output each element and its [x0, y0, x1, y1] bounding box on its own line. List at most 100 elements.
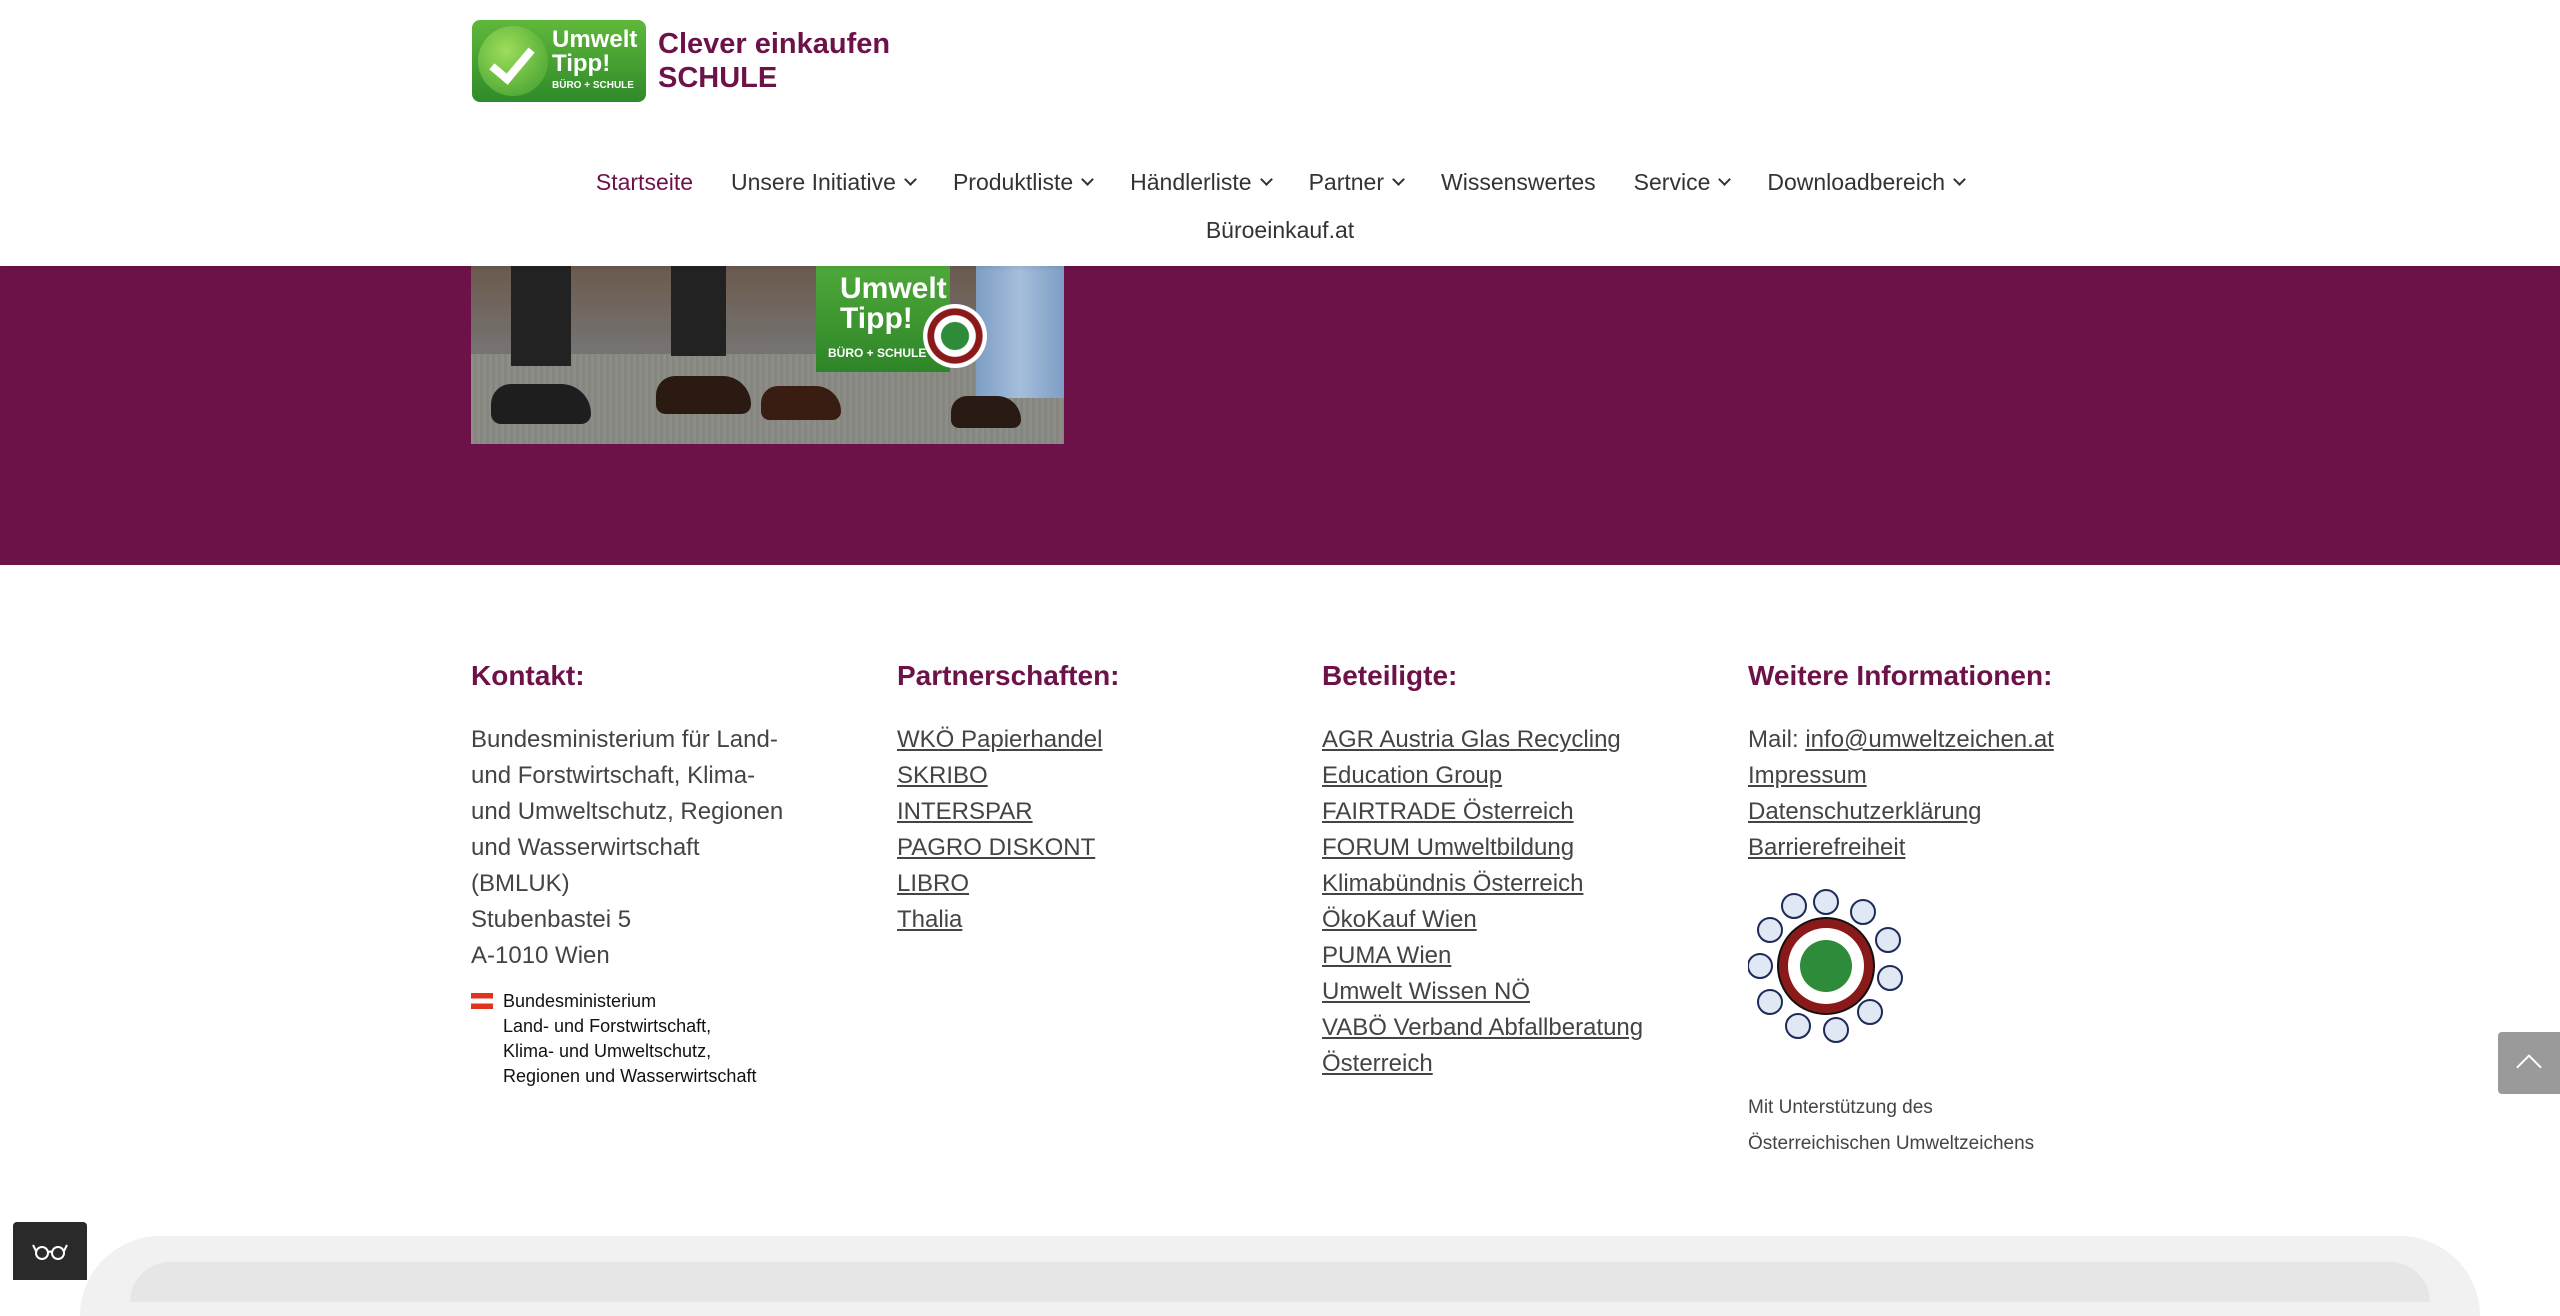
- photo-shoe: [761, 386, 841, 420]
- umweltzeichen-seal-icon: [923, 304, 987, 368]
- partner-link[interactable]: SKRIBO: [897, 758, 1237, 794]
- photo-badge-line2: Tipp!: [840, 302, 913, 335]
- glasses-icon: [32, 1244, 68, 1260]
- photo-leg: [671, 266, 726, 356]
- nav-item-label: Downloadbereich: [1767, 168, 1946, 195]
- kontakt-line: und Wasserwirtschaft: [471, 834, 700, 861]
- kontakt-line: Bundesministerium für Land-: [471, 726, 778, 753]
- photo-shoe: [951, 396, 1021, 428]
- site-logo[interactable]: Umwelt Tipp! BÜRO + SCHULE Clever einkauf…: [472, 20, 890, 102]
- beteiligte-link[interactable]: Education Group: [1322, 758, 1722, 794]
- accessibility-toggle-button[interactable]: [13, 1222, 87, 1280]
- main-nav: Startseite Unsere Initiative Produktlist…: [0, 164, 2560, 248]
- photo-shoe: [656, 376, 751, 414]
- footer-weitere-informationen: Weitere Informationen: Mail: info@umwelt…: [1748, 656, 2168, 866]
- ministry-logo-line: Regionen und Wasserwirtschaft: [503, 1066, 757, 1086]
- chevron-down-icon: [1392, 173, 1405, 186]
- mail-label: Mail:: [1748, 726, 1806, 753]
- kontakt-line: Stubenbastei 5: [471, 906, 632, 933]
- nav-item-label: Wissenswertes: [1441, 168, 1596, 195]
- footer-kontakt: Kontakt: Bundesministerium für Land- und…: [471, 656, 811, 974]
- beteiligte-link[interactable]: Umwelt Wissen NÖ: [1322, 974, 1722, 1010]
- beteiligte-heading: Beteiligte:: [1322, 660, 1458, 691]
- ministry-logo-line: Klima- und Umweltschutz,: [503, 1041, 712, 1061]
- kontakt-line: (BMLUK): [471, 870, 570, 897]
- hero-photo: Umwelt Tipp! BÜRO + SCHULE: [471, 266, 1064, 444]
- photo-leg: [511, 266, 571, 366]
- kontakt-line: und Umweltschutz, Regionen: [471, 798, 784, 825]
- logo-title-line1: Clever einkaufen: [658, 28, 891, 60]
- nav-item-downloadbereich[interactable]: Downloadbereich: [1748, 164, 1983, 200]
- logo-badge-sub: BÜRO + SCHULE: [552, 80, 634, 91]
- logo-title: Clever einkaufen SCHULE: [658, 27, 890, 95]
- support-line1: Mit Unterstützung des: [1748, 1097, 1933, 1118]
- photo-shoe: [491, 384, 591, 424]
- bottom-decorative-shape-inner: [130, 1262, 2430, 1302]
- barrierefreiheit-link[interactable]: Barrierefreiheit: [1748, 830, 2168, 866]
- kontakt-line: und Forstwirtschaft, Klima-: [471, 762, 756, 789]
- hero-band: [0, 266, 2560, 565]
- chevron-down-icon: [1718, 173, 1732, 186]
- beteiligte-link[interactable]: PUMA Wien: [1322, 938, 1722, 974]
- nav-item-produktliste[interactable]: Produktliste: [934, 164, 1111, 200]
- main-nav-row: Startseite Unsere Initiative Produktlist…: [0, 164, 2560, 200]
- partner-link[interactable]: PAGRO DISKONT: [897, 830, 1237, 866]
- chevron-down-icon: [904, 173, 917, 186]
- photo-jeans: [976, 266, 1064, 398]
- beteiligte-link[interactable]: Klimabündnis Österreich: [1322, 866, 1722, 902]
- checkmark-icon: [478, 26, 548, 96]
- footer-partnerschaften: Partnerschaften: WKÖ Papierhandel SKRIBO…: [897, 656, 1237, 938]
- beteiligte-link[interactable]: FAIRTRADE Österreich: [1322, 794, 1722, 830]
- beteiligte-link[interactable]: Österreich: [1322, 1046, 1722, 1082]
- nav-item-label: Service: [1633, 168, 1711, 195]
- partner-link[interactable]: WKÖ Papierhandel: [897, 722, 1237, 758]
- mail-link[interactable]: info@umweltzeichen.at: [1805, 726, 2053, 753]
- chevron-down-icon: [1081, 173, 1094, 186]
- partner-link[interactable]: LIBRO: [897, 866, 1237, 902]
- support-note: Mit Unterstützung des Österreichischen U…: [1748, 1090, 2034, 1162]
- photo-badge-line1: Umwelt: [840, 272, 947, 305]
- nav-item-service[interactable]: Service: [1615, 164, 1749, 200]
- nav-item-unsere-initiative[interactable]: Unsere Initiative: [712, 164, 934, 200]
- nav-item-wissenswertes[interactable]: Wissenswertes: [1422, 164, 1615, 200]
- partnerschaften-heading: Partnerschaften:: [897, 660, 1120, 691]
- umwelt-tipp-logo-badge: Umwelt Tipp! BÜRO + SCHULE: [472, 20, 646, 102]
- site-header: Umwelt Tipp! BÜRO + SCHULE Clever einkauf…: [0, 0, 2560, 266]
- beteiligte-link[interactable]: FORUM Umweltbildung: [1322, 830, 1722, 866]
- ministry-logo-line: Land- und Forstwirtschaft,: [503, 1016, 712, 1036]
- partner-link[interactable]: INTERSPAR: [897, 794, 1237, 830]
- chevron-up-icon: [2516, 1054, 2542, 1080]
- support-line2: Österreichischen Umweltzeichens: [1748, 1133, 2035, 1154]
- nav-item-label: Partner: [1308, 168, 1385, 195]
- nav-item-label: Produktliste: [952, 168, 1074, 195]
- beteiligte-link[interactable]: ÖkoKauf Wien: [1322, 902, 1722, 938]
- chevron-down-icon: [1953, 173, 1966, 186]
- kontakt-heading: Kontakt:: [471, 660, 585, 691]
- nav-item-haendlerliste[interactable]: Händlerliste: [1111, 164, 1289, 200]
- logo-title-line2: SCHULE: [658, 62, 778, 94]
- nav-item-partner[interactable]: Partner: [1290, 164, 1422, 200]
- photo-badge-sub: BÜRO + SCHULE: [828, 346, 927, 360]
- nav-item-bueroeinkauf[interactable]: Büroeinkauf.at: [1187, 212, 1373, 248]
- back-to-top-button[interactable]: [2498, 1032, 2560, 1094]
- datenschutz-link[interactable]: Datenschutzerklärung: [1748, 794, 2168, 830]
- partner-link[interactable]: Thalia: [897, 902, 1237, 938]
- beteiligte-link[interactable]: AGR Austria Glas Recycling: [1322, 722, 1722, 758]
- logo-badge-line2: Tipp!: [552, 50, 611, 77]
- austria-flag-icon: [471, 993, 493, 1009]
- main-nav-row-2: Büroeinkauf.at: [0, 212, 2560, 248]
- ministry-logo[interactable]: Bundesministerium Land- und Forstwirtsch…: [471, 989, 756, 1089]
- beteiligte-link[interactable]: VABÖ Verband Abfallberatung: [1322, 1010, 1722, 1046]
- nav-item-label: Unsere Initiative: [731, 168, 896, 195]
- nav-item-startseite[interactable]: Startseite: [577, 164, 712, 200]
- weitere-heading: Weitere Informationen:: [1748, 660, 2053, 691]
- chevron-down-icon: [1259, 173, 1273, 186]
- ministry-logo-line: Bundesministerium: [503, 991, 657, 1011]
- nav-item-label: Büroeinkauf.at: [1205, 216, 1355, 243]
- footer-beteiligte: Beteiligte: AGR Austria Glas Recycling E…: [1322, 656, 1722, 1082]
- impressum-link[interactable]: Impressum: [1748, 758, 2168, 794]
- umweltzeichen-seal-icon[interactable]: [1748, 888, 1904, 1044]
- nav-item-label: Händlerliste: [1130, 168, 1252, 195]
- mail-line: Mail: info@umweltzeichen.at: [1748, 722, 2168, 758]
- kontakt-line: A-1010 Wien: [471, 942, 610, 969]
